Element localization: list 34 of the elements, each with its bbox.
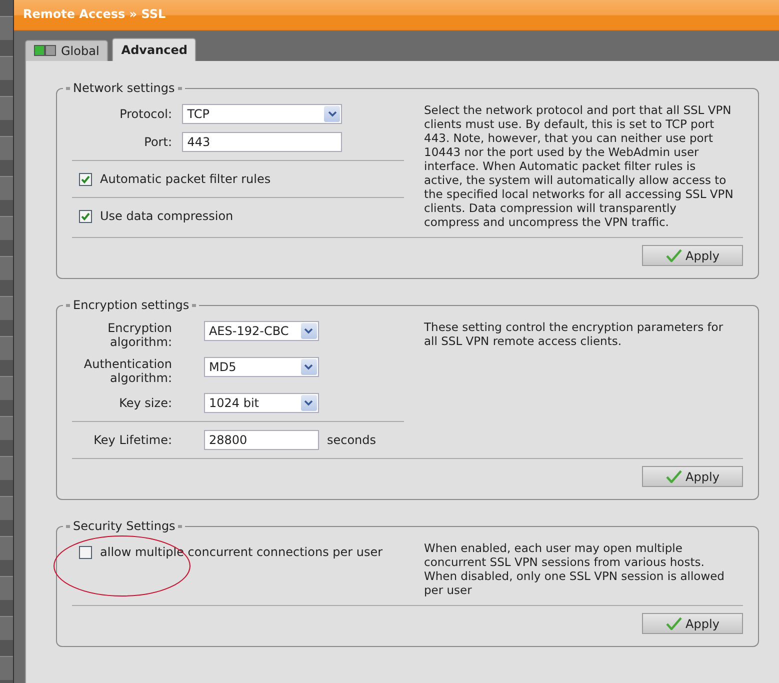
field-label: Key size: bbox=[118, 396, 172, 410]
dropdown[interactable]: 1024 bit bbox=[204, 393, 319, 413]
section-title: Encryption settings bbox=[73, 298, 190, 312]
field-label: Protocol: bbox=[118, 107, 172, 121]
checkbox[interactable] bbox=[79, 546, 92, 558]
apply-button[interactable]: Apply bbox=[642, 245, 743, 266]
checkbox-label: Automatic packet filter rules bbox=[100, 172, 271, 186]
field-label: Port: bbox=[143, 135, 172, 149]
input-field[interactable]: 443 bbox=[182, 132, 342, 152]
breadcrumb-title: Remote Access » SSL bbox=[22, 6, 167, 23]
checkmark-icon bbox=[666, 249, 682, 262]
section-title: Security Settings bbox=[73, 519, 176, 533]
dropdown[interactable]: AES-192-CBC bbox=[204, 321, 319, 341]
section-title: Network settings bbox=[73, 81, 175, 95]
checkbox[interactable] bbox=[79, 172, 92, 186]
tab[interactable]: Global bbox=[25, 40, 108, 61]
checkmark-icon bbox=[666, 470, 682, 483]
field-label: Key Lifetime: bbox=[92, 433, 172, 447]
dropdown[interactable]: TCP bbox=[182, 104, 342, 124]
input-field[interactable]: 28800 bbox=[204, 430, 319, 450]
checkmark-icon bbox=[666, 617, 682, 630]
section-description: Select the network protocol and port that all SSL VPN clients must use. By default, this is set to TCP port 443. Note, however, that you can neither use port 10443 nor the port used by the WebAdmin user interface. When Automatic packet filter rules is active, the system will automatically allow access to the specified local networks for all accessing SSL VPN clients. Data compression will transparently compress and uncompress the VPN traffic. bbox=[424, 103, 734, 229]
section-description: When enabled, each user may open multiple concurrent SSL VPN sessions from various hosts. When disabled, only one SSL VPN session is allowed per user bbox=[424, 541, 726, 597]
checkbox-label: Use data compression bbox=[100, 209, 234, 223]
apply-button[interactable]: Apply bbox=[642, 613, 743, 634]
field-label: Encryption algorithm: bbox=[106, 321, 172, 349]
section-description: These setting control the encryption parameters for all SSL VPN remote access clients. bbox=[424, 320, 724, 348]
field-label: Authentication algorithm: bbox=[82, 357, 172, 385]
checkbox[interactable] bbox=[79, 210, 92, 222]
tab[interactable]: Advanced bbox=[112, 38, 196, 61]
apply-button[interactable]: Apply bbox=[642, 466, 743, 487]
checkbox-label: allow multiple concurrent connections per user bbox=[100, 545, 383, 559]
dropdown[interactable]: MD5 bbox=[204, 357, 319, 377]
unit-label: seconds bbox=[326, 433, 378, 447]
